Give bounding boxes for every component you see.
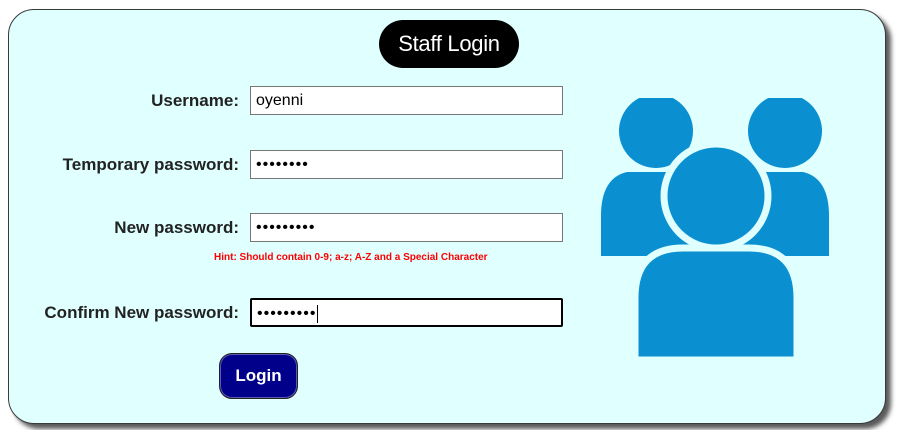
login-button[interactable]: Login	[219, 353, 298, 399]
username-input[interactable]: oyenni	[250, 86, 563, 115]
username-label: Username:	[151, 91, 239, 110]
password-hint: Hint: Should contain 0-9; a-z; A-Z and a…	[214, 252, 488, 263]
users-group-icon	[599, 94, 831, 369]
form-title: Staff Login	[379, 20, 519, 68]
staff-login-panel: Staff Login Username: oyenni Temporary p…	[8, 9, 886, 424]
confirm-new-password-value: •••••••••	[257, 305, 317, 322]
temporary-password-input[interactable]: ••••••••	[250, 150, 563, 179]
new-password-label: New password:	[114, 218, 239, 237]
text-cursor	[317, 304, 319, 323]
temporary-password-label: Temporary password:	[62, 155, 239, 174]
confirm-new-password-label: Confirm New password:	[44, 303, 239, 322]
confirm-new-password-input[interactable]: •••••••••	[250, 298, 563, 327]
new-password-input[interactable]: •••••••••	[250, 213, 563, 242]
